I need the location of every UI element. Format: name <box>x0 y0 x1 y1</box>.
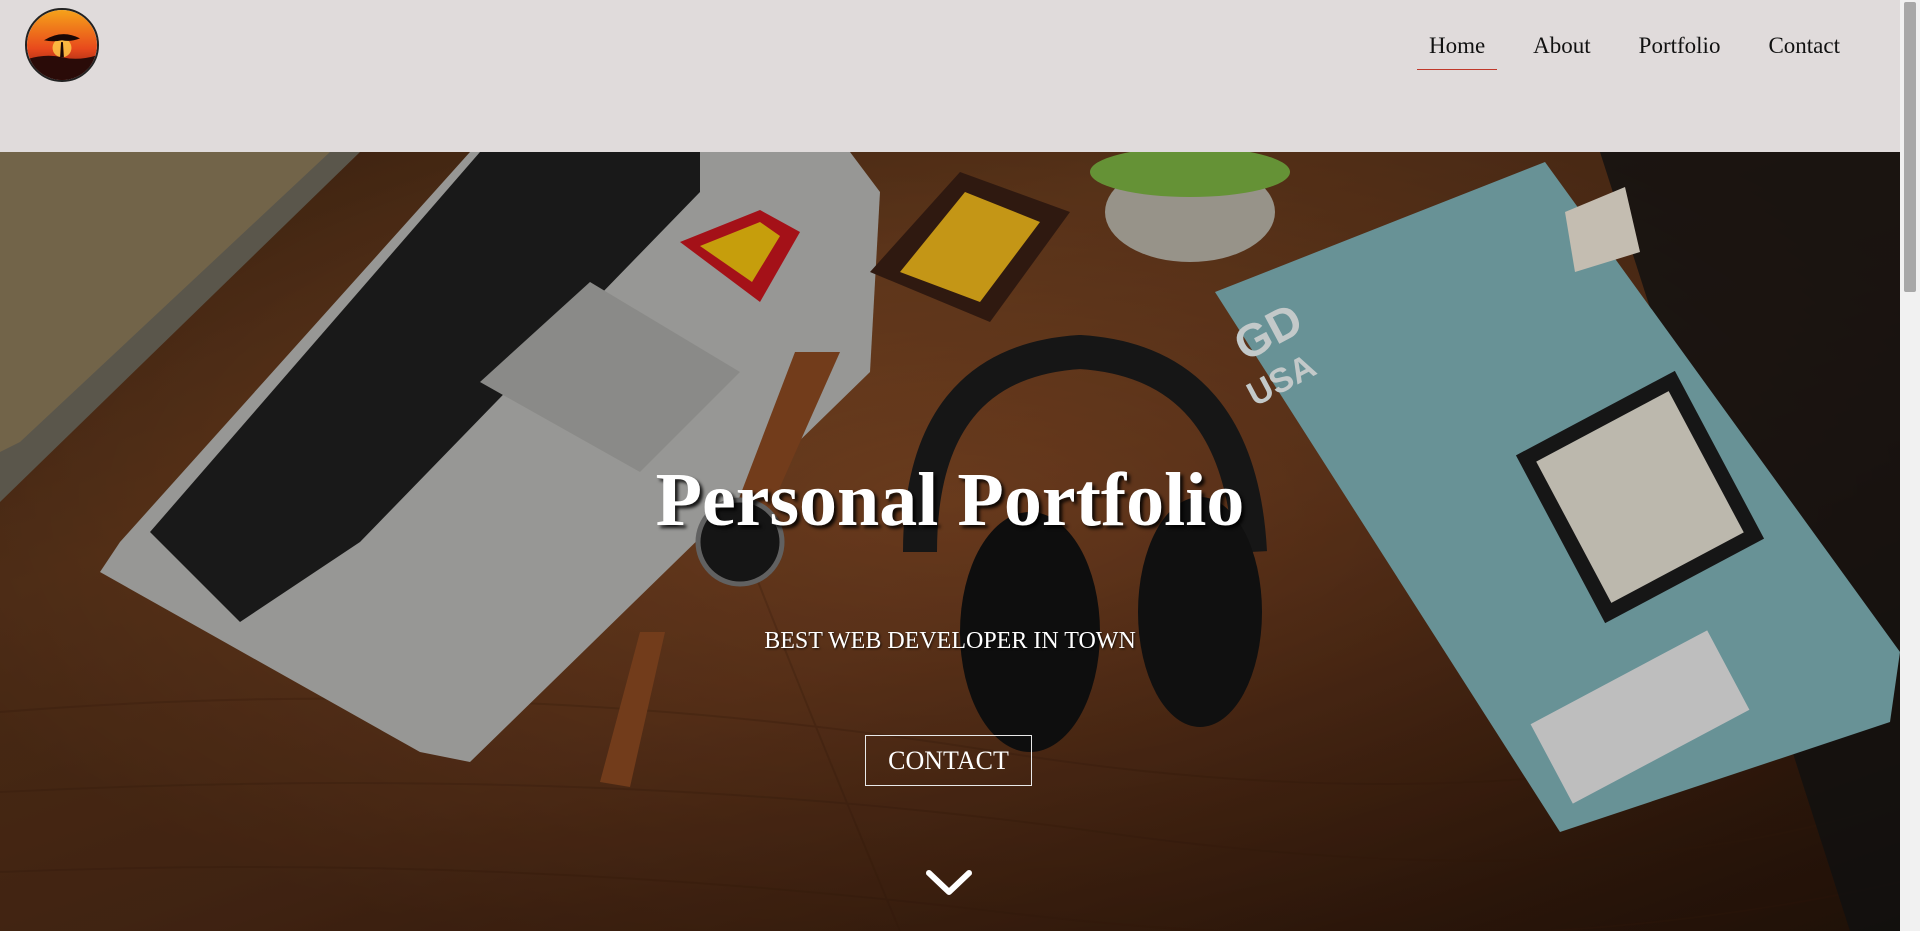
nav-contact[interactable]: Contact <box>1744 30 1864 70</box>
hero-subtitle: BEST WEB DEVELOPER IN TOWN <box>764 628 1136 654</box>
scrollbar-thumb[interactable] <box>1904 2 1916 292</box>
sunset-tree-logo-icon[interactable] <box>25 8 99 82</box>
page-scrollbar[interactable] <box>1900 0 1920 931</box>
main-nav: Home About Portfolio Contact <box>1405 30 1864 70</box>
contact-button[interactable]: CONTACT <box>865 735 1032 786</box>
site-header: Home About Portfolio Contact <box>0 0 1900 152</box>
hero-section: GD USA Personal Portfolio BEST WEB DEVEL… <box>0 152 1900 931</box>
hero-title: Personal Portfolio <box>655 458 1245 542</box>
nav-about[interactable]: About <box>1509 30 1615 70</box>
nav-portfolio[interactable]: Portfolio <box>1615 30 1745 70</box>
nav-home[interactable]: Home <box>1405 30 1509 70</box>
chevron-down-icon[interactable] <box>925 868 973 898</box>
